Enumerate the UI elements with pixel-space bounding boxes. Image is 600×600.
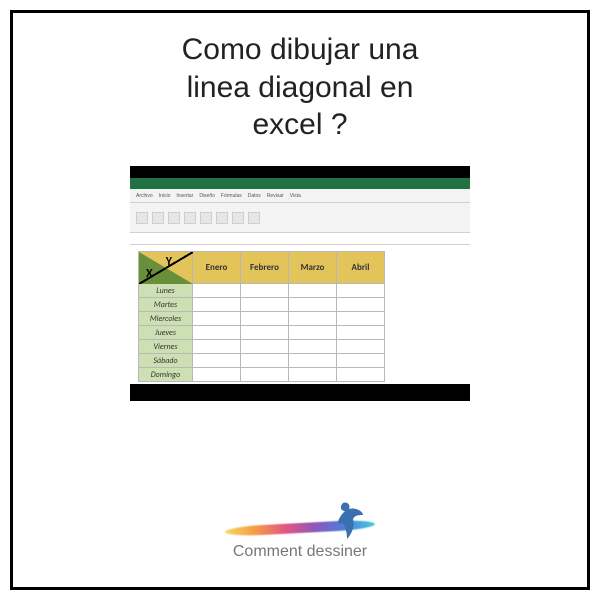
empty-cell	[193, 326, 241, 340]
empty-cell	[241, 284, 289, 298]
ribbon-button	[136, 212, 148, 224]
excel-window: Archivo Inicio Insertar Diseño Fórmulas …	[130, 178, 470, 384]
empty-cell	[289, 326, 337, 340]
ribbon-tab: Diseño	[199, 193, 215, 199]
month-header: Enero	[193, 252, 241, 284]
diagonal-header-cell: Y X	[139, 252, 193, 284]
day-cell: Viernes	[139, 340, 193, 354]
ribbon-tab: Archivo	[136, 193, 153, 199]
empty-cell	[241, 368, 289, 382]
ribbon-button	[232, 212, 244, 224]
empty-cell	[241, 340, 289, 354]
excel-formula-bar	[130, 233, 470, 245]
empty-cell	[193, 284, 241, 298]
table-row: Viernes	[139, 340, 385, 354]
video-letterbox-top	[130, 166, 470, 179]
ribbon-button	[184, 212, 196, 224]
empty-cell	[337, 340, 385, 354]
ribbon-tab: Fórmulas	[221, 193, 242, 199]
month-header: Marzo	[289, 252, 337, 284]
month-header: Abril	[337, 252, 385, 284]
empty-cell	[337, 354, 385, 368]
ribbon-button	[152, 212, 164, 224]
empty-cell	[337, 284, 385, 298]
day-cell: Domingo	[139, 368, 193, 382]
table-row: Lunes	[139, 284, 385, 298]
empty-cell	[337, 326, 385, 340]
table-header-row: Y X Enero Febrero Marzo Abril	[139, 252, 385, 284]
data-table: Y X Enero Febrero Marzo Abril Lunes Mart…	[138, 251, 385, 382]
ribbon-tab: Vista	[290, 193, 301, 199]
dancer-icon	[337, 501, 365, 541]
empty-cell	[289, 340, 337, 354]
empty-cell	[241, 354, 289, 368]
video-letterbox-bottom	[130, 384, 470, 400]
brand-name: Comment dessiner	[233, 543, 367, 561]
empty-cell	[289, 312, 337, 326]
ribbon-button	[248, 212, 260, 224]
empty-cell	[241, 312, 289, 326]
table-row: Sábado	[139, 354, 385, 368]
day-cell: Lunes	[139, 284, 193, 298]
brand-swoosh-icon	[225, 513, 375, 541]
day-cell: Miercoles	[139, 312, 193, 326]
empty-cell	[337, 312, 385, 326]
day-cell: Martes	[139, 298, 193, 312]
table-row: Jueves	[139, 326, 385, 340]
ribbon-tab: Datos	[248, 193, 261, 199]
day-cell: Jueves	[139, 326, 193, 340]
month-header: Febrero	[241, 252, 289, 284]
ribbon-tab: Insertar	[176, 193, 193, 199]
title-line-2: linea diagonal en	[187, 71, 414, 104]
brand-logo: Comment dessiner	[225, 513, 375, 561]
table-row: Domingo	[139, 368, 385, 382]
empty-cell	[289, 368, 337, 382]
axis-x-label: X	[146, 267, 153, 281]
empty-cell	[193, 312, 241, 326]
ribbon-button	[200, 212, 212, 224]
day-cell: Sábado	[139, 354, 193, 368]
excel-sheet-area: Y X Enero Febrero Marzo Abril Lunes Mart…	[130, 245, 470, 384]
empty-cell	[337, 368, 385, 382]
empty-cell	[193, 340, 241, 354]
excel-ribbon-tabs: Archivo Inicio Insertar Diseño Fórmulas …	[130, 189, 470, 203]
ribbon-button	[168, 212, 180, 224]
empty-cell	[337, 298, 385, 312]
ribbon-button	[216, 212, 228, 224]
empty-cell	[241, 326, 289, 340]
title-line-1: Como dibujar una	[182, 33, 419, 66]
title-line-3: excel ?	[252, 108, 347, 141]
page-title: Como dibujar una linea diagonal en excel…	[142, 31, 459, 144]
excel-screenshot: Archivo Inicio Insertar Diseño Fórmulas …	[130, 166, 470, 401]
axis-y-label: Y	[166, 255, 172, 269]
empty-cell	[193, 368, 241, 382]
ribbon-tab: Inicio	[159, 193, 171, 199]
excel-titlebar	[130, 178, 470, 189]
card-frame: Como dibujar una linea diagonal en excel…	[10, 10, 590, 590]
empty-cell	[193, 354, 241, 368]
empty-cell	[241, 298, 289, 312]
empty-cell	[289, 284, 337, 298]
table-row: Miercoles	[139, 312, 385, 326]
table-row: Martes	[139, 298, 385, 312]
ribbon-tab: Revisar	[267, 193, 284, 199]
empty-cell	[289, 354, 337, 368]
excel-ribbon-body	[130, 203, 470, 233]
empty-cell	[193, 298, 241, 312]
empty-cell	[289, 298, 337, 312]
